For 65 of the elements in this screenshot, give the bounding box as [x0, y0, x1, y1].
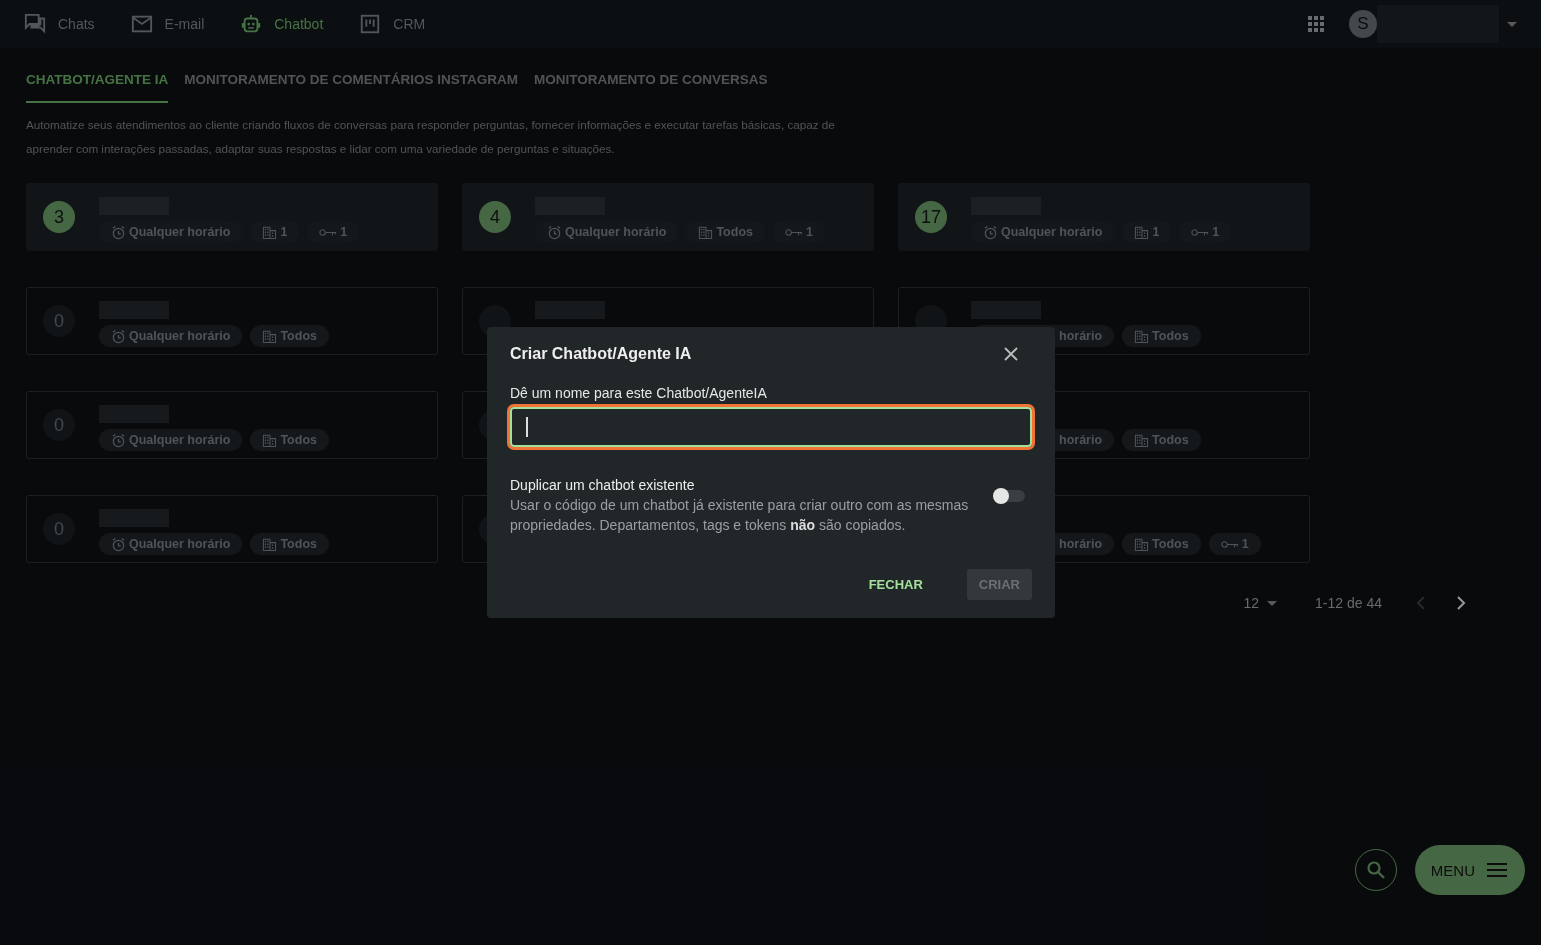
- alarm-clock-icon: [983, 224, 998, 240]
- alarm-clock-icon: [111, 536, 126, 552]
- next-page-icon[interactable]: [1456, 595, 1466, 611]
- chatbot-card[interactable]: 17 Qualquer horário 1 1: [898, 183, 1310, 251]
- avatar[interactable]: S: [1349, 10, 1377, 38]
- chip: 1: [1208, 533, 1261, 555]
- name-input-field[interactable]: [510, 407, 1032, 447]
- caret-icon[interactable]: [1507, 21, 1517, 27]
- chatbot-card[interactable]: 4 Qualquer horário Todos 1: [462, 183, 874, 251]
- nav-item[interactable]: CRM: [359, 13, 426, 35]
- chip: Todos: [1122, 325, 1201, 347]
- dialog-title: Criar Chatbot/Agente IA: [510, 345, 692, 363]
- chip: Todos: [250, 325, 329, 347]
- alarm-clock-icon: [547, 224, 562, 240]
- menu-button[interactable]: MENU: [1414, 845, 1525, 895]
- building-icon: [698, 224, 714, 240]
- count-badge: 17: [915, 201, 947, 233]
- alarm-clock-icon: [111, 224, 126, 240]
- chatbot-card[interactable]: 3 Qualquer horário 1 1: [26, 183, 438, 251]
- key-icon: [319, 227, 338, 237]
- apps-grid-icon[interactable]: [1307, 15, 1325, 33]
- tab[interactable]: MONITORAMENTO DE CONVERSAS: [534, 72, 768, 103]
- section-title: Duplicar um chatbot existente: [510, 477, 696, 493]
- tab[interactable]: CHATBOT/AGENTE IA: [26, 72, 169, 103]
- search-button[interactable]: [1354, 849, 1397, 891]
- building-icon: [262, 536, 278, 552]
- toggle-switch[interactable]: [995, 490, 1025, 502]
- close-icon[interactable]: [1004, 347, 1018, 361]
- building-icon: [262, 432, 278, 448]
- building-icon: [1134, 224, 1150, 240]
- caret-icon: [1267, 600, 1278, 606]
- key-icon: [785, 227, 803, 237]
- search-icon: [1365, 860, 1386, 880]
- building-icon: [1134, 536, 1150, 552]
- chip: Todos: [250, 429, 329, 451]
- chat-bubbles-icon: [24, 13, 46, 35]
- count-badge: 3: [43, 201, 75, 233]
- chip: Qualquer horário: [99, 533, 243, 555]
- kanban-board-icon: [359, 13, 382, 35]
- menu-icon: [1487, 863, 1507, 877]
- building-icon: [1134, 328, 1150, 344]
- chip: Todos: [250, 533, 329, 555]
- building-icon: [262, 328, 278, 344]
- field-label: Dê um nome para este Chatbot/AgenteIA: [510, 385, 768, 401]
- tab[interactable]: MONITORAMENTO DE COMENTÁRIOS INSTAGRAM: [184, 72, 518, 103]
- nav-item[interactable]: Chatbot: [240, 13, 324, 35]
- nav-item[interactable]: Chats: [24, 13, 95, 35]
- nav-item[interactable]: E-mail: [130, 13, 205, 35]
- chip: Todos: [1122, 429, 1201, 451]
- robot-icon: [240, 13, 263, 35]
- alarm-clock-icon: [111, 432, 126, 448]
- page-range: 1-12 de 44: [1315, 595, 1382, 611]
- count-badge: 4: [479, 201, 511, 233]
- chip: Todos: [1122, 533, 1201, 555]
- mail-icon: [130, 13, 153, 35]
- key-icon: [1191, 227, 1210, 237]
- description-text: Automatize seus atendimentos ao cliente criando fluxos de conversas para responder perguntas, fornecer informações e executar tarefas básicas, capaz de aprender com interações passadas, adaptar suas respostas e lidar com uma variedade de perguntas e situações.: [26, 117, 836, 157]
- chip: Qualquer horário: [99, 325, 243, 347]
- chip: Qualquer horário: [99, 429, 243, 451]
- close-button[interactable]: FECHAR: [856, 569, 935, 600]
- building-icon: [1134, 432, 1150, 448]
- alarm-clock-icon: [111, 328, 126, 344]
- page-size-select[interactable]: 12: [1243, 595, 1278, 611]
- building-icon: [262, 224, 278, 240]
- key-icon: [1220, 539, 1239, 549]
